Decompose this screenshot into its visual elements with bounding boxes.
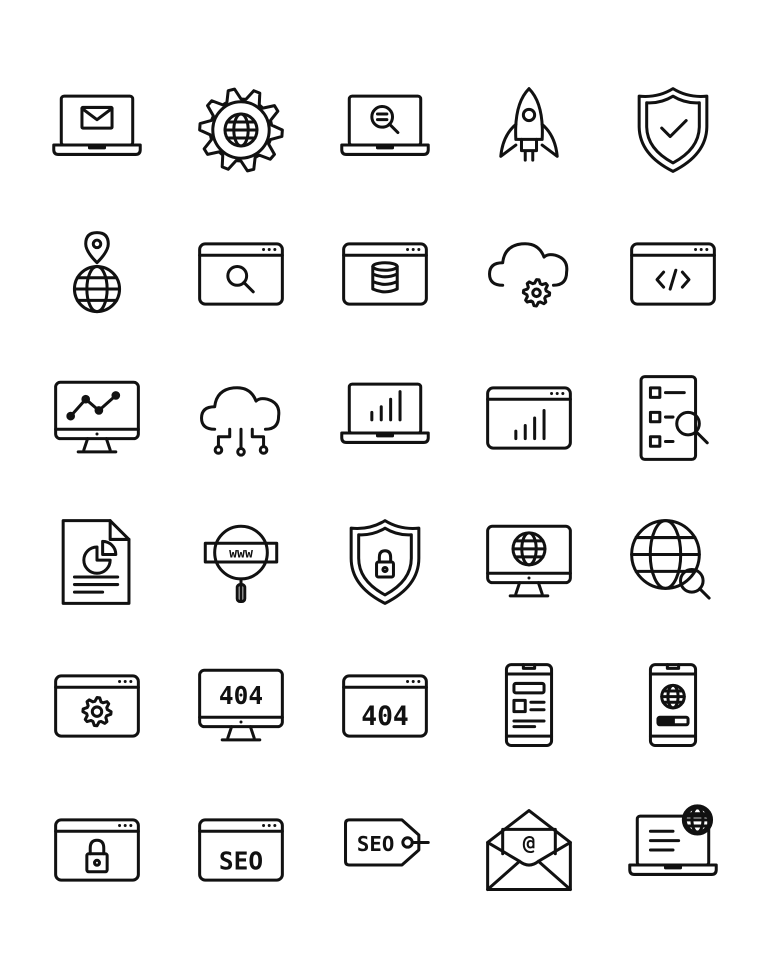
icon-cell — [601, 490, 745, 634]
icon-cell: 404 — [169, 634, 313, 778]
icon-cell — [313, 346, 457, 490]
icon-cell — [457, 202, 601, 346]
icon-cell: 404 — [313, 634, 457, 778]
icon-cell — [457, 490, 601, 634]
icon-cell — [457, 346, 601, 490]
icon-text: 404 — [219, 681, 263, 710]
browser-settings-icon — [54, 674, 140, 738]
icon-text: SEO — [219, 847, 263, 876]
icon-cell — [601, 202, 745, 346]
icon-cell — [25, 346, 169, 490]
laptop-search-icon — [340, 94, 430, 156]
checklist-search-icon — [639, 375, 709, 461]
icon-cell — [313, 58, 457, 202]
mobile-article-icon — [504, 663, 554, 747]
icon-cell: SEO — [313, 778, 457, 922]
icon-cell — [25, 778, 169, 922]
rocket-icon — [499, 87, 559, 162]
shield-lock-icon — [349, 519, 421, 605]
icon-cell — [25, 58, 169, 202]
laptop-mail-icon — [52, 94, 142, 156]
icon-cell — [601, 778, 745, 922]
icon-cell — [169, 346, 313, 490]
monitor-globe-icon — [486, 524, 572, 598]
icon-cell — [25, 202, 169, 346]
gear-globe-icon — [198, 87, 284, 173]
icon-cell — [25, 634, 169, 778]
browser-404-icon: 404 — [342, 674, 428, 738]
icon-cell — [601, 634, 745, 778]
document-pie-chart-icon — [61, 519, 131, 605]
icon-cell — [313, 490, 457, 634]
laptop-globe-icon — [628, 804, 718, 876]
browser-code-icon — [630, 242, 716, 306]
browser-search-icon — [198, 242, 284, 306]
shield-check-icon — [637, 87, 709, 173]
icon-cell — [313, 202, 457, 346]
globe-location-icon — [72, 231, 122, 314]
icon-cell: SEO — [169, 778, 313, 922]
monitor-analytics-icon — [54, 380, 140, 454]
seo-tag-icon: SEO — [344, 818, 430, 867]
icon-text: www — [229, 546, 253, 561]
icon-cell — [457, 634, 601, 778]
cloud-network-icon — [200, 386, 281, 457]
icon-text: @ — [523, 831, 535, 855]
icon-cell — [601, 346, 745, 490]
browser-seo-icon: SEO — [198, 818, 284, 882]
icon-cell: @ — [457, 778, 601, 922]
icon-grid: www 404 404 SEO SEO @ — [25, 58, 745, 922]
icon-cell — [457, 58, 601, 202]
email-at-icon: @ — [486, 809, 572, 891]
icon-text: SEO — [357, 832, 394, 856]
browser-lock-icon — [54, 818, 140, 882]
icon-cell: www — [169, 490, 313, 634]
cloud-gear-icon — [488, 242, 569, 308]
monitor-404-icon: 404 — [198, 668, 284, 742]
icon-text: 404 — [361, 702, 409, 732]
www-search-icon: www — [203, 524, 279, 603]
icon-cell — [601, 58, 745, 202]
globe-search-icon — [630, 519, 711, 600]
mobile-globe-icon — [648, 663, 698, 747]
browser-database-icon — [342, 242, 428, 306]
icon-cell — [169, 58, 313, 202]
icon-cell — [169, 202, 313, 346]
browser-bar-chart-icon — [486, 386, 572, 450]
icon-cell — [25, 490, 169, 634]
laptop-bar-chart-icon — [340, 382, 430, 444]
